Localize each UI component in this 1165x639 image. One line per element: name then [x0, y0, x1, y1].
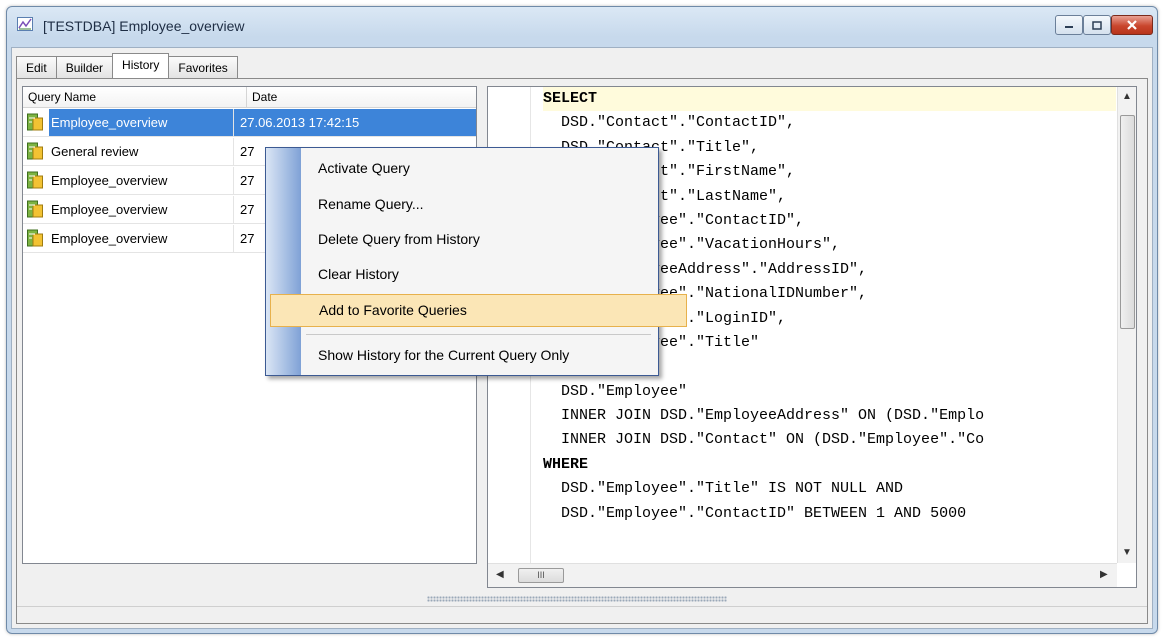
bottom-pane	[17, 606, 1147, 623]
query-builder-icon	[17, 17, 33, 31]
column-header-date[interactable]: Date	[247, 87, 472, 107]
tab-bar: Edit Builder History Favorites	[16, 53, 238, 78]
menu-item-activate-query[interactable]: Activate Query	[301, 154, 668, 182]
code-line: INNER JOIN DSD."EmployeeAddress" ON (DSD…	[543, 407, 985, 425]
query-name: Employee_overview	[49, 108, 234, 136]
query-name: Employee_overview	[49, 224, 234, 252]
history-query-icon	[27, 200, 43, 218]
menu-item-delete-query[interactable]: Delete Query from History	[301, 225, 668, 253]
vertical-scroll-thumb[interactable]	[1120, 115, 1135, 329]
history-query-icon	[27, 142, 43, 160]
scroll-up-arrow-icon[interactable]: ▲	[1122, 91, 1132, 102]
vertical-scrollbar[interactable]: ▲ ▼	[1117, 87, 1136, 563]
code-line: DSD."Employee"	[543, 382, 688, 400]
history-query-icon	[27, 229, 43, 247]
scroll-right-arrow-icon[interactable]: ▶	[1100, 569, 1108, 580]
code-line: WHERE	[543, 455, 589, 473]
tab-favorites[interactable]: Favorites	[168, 56, 238, 78]
tab-history[interactable]: History	[112, 53, 170, 78]
minimize-icon	[1065, 26, 1073, 28]
minimize-button[interactable]	[1055, 15, 1083, 35]
tab-builder[interactable]: Builder	[55, 56, 114, 78]
history-query-icon	[27, 113, 43, 131]
column-header-query-name[interactable]: Query Name	[23, 87, 247, 107]
query-name: Employee_overview	[49, 166, 234, 194]
menu-item-rename-query[interactable]: Rename Query...	[301, 190, 668, 218]
scroll-down-arrow-icon[interactable]: ▼	[1122, 547, 1132, 558]
menu-item-clear-history[interactable]: Clear History	[301, 260, 668, 288]
code-line: DSD."Employee"."ContactID" BETWEEN 1 AND…	[543, 504, 967, 522]
query-name: Employee_overview	[49, 195, 234, 223]
horizontal-scroll-thumb[interactable]: III	[518, 568, 564, 583]
code-line: DSD."Employee"."Title" IS NOT NULL AND	[543, 480, 904, 498]
scroll-left-arrow-icon[interactable]: ◀	[496, 569, 504, 580]
maximize-button[interactable]	[1083, 15, 1111, 35]
code-line: DSD."Contact"."ContactID",	[543, 114, 796, 132]
code-line: INNER JOIN DSD."Contact" ON (DSD."Employ…	[543, 431, 985, 449]
query-name: General review	[49, 137, 234, 165]
code-line: SELECT	[543, 87, 1116, 112]
tab-edit[interactable]: Edit	[16, 56, 57, 78]
context-menu: Activate Query Rename Query... Delete Qu…	[265, 147, 687, 376]
close-icon	[1127, 20, 1137, 30]
table-row[interactable]: Employee_overview 27.06.2013 17:42:15	[23, 108, 476, 137]
title-bar[interactable]: [TESTDBA] Employee_overview	[7, 7, 1157, 43]
menu-separator	[306, 334, 651, 335]
horizontal-scrollbar[interactable]: ◀ III ▶	[488, 563, 1117, 587]
maximize-icon	[1092, 20, 1102, 30]
window-title: [TESTDBA] Employee_overview	[43, 18, 245, 34]
close-button[interactable]	[1111, 15, 1153, 35]
list-header: Query Name Date	[23, 87, 476, 108]
horizontal-splitter[interactable]	[17, 595, 1147, 603]
menu-item-add-to-favorites[interactable]: Add to Favorite Queries	[270, 294, 687, 327]
menu-icon-strip	[266, 148, 301, 375]
query-date: 27.06.2013 17:42:15	[234, 108, 476, 136]
splitter-grip	[427, 596, 727, 602]
history-query-icon	[27, 171, 43, 189]
menu-item-show-history-current[interactable]: Show History for the Current Query Only	[301, 341, 668, 369]
